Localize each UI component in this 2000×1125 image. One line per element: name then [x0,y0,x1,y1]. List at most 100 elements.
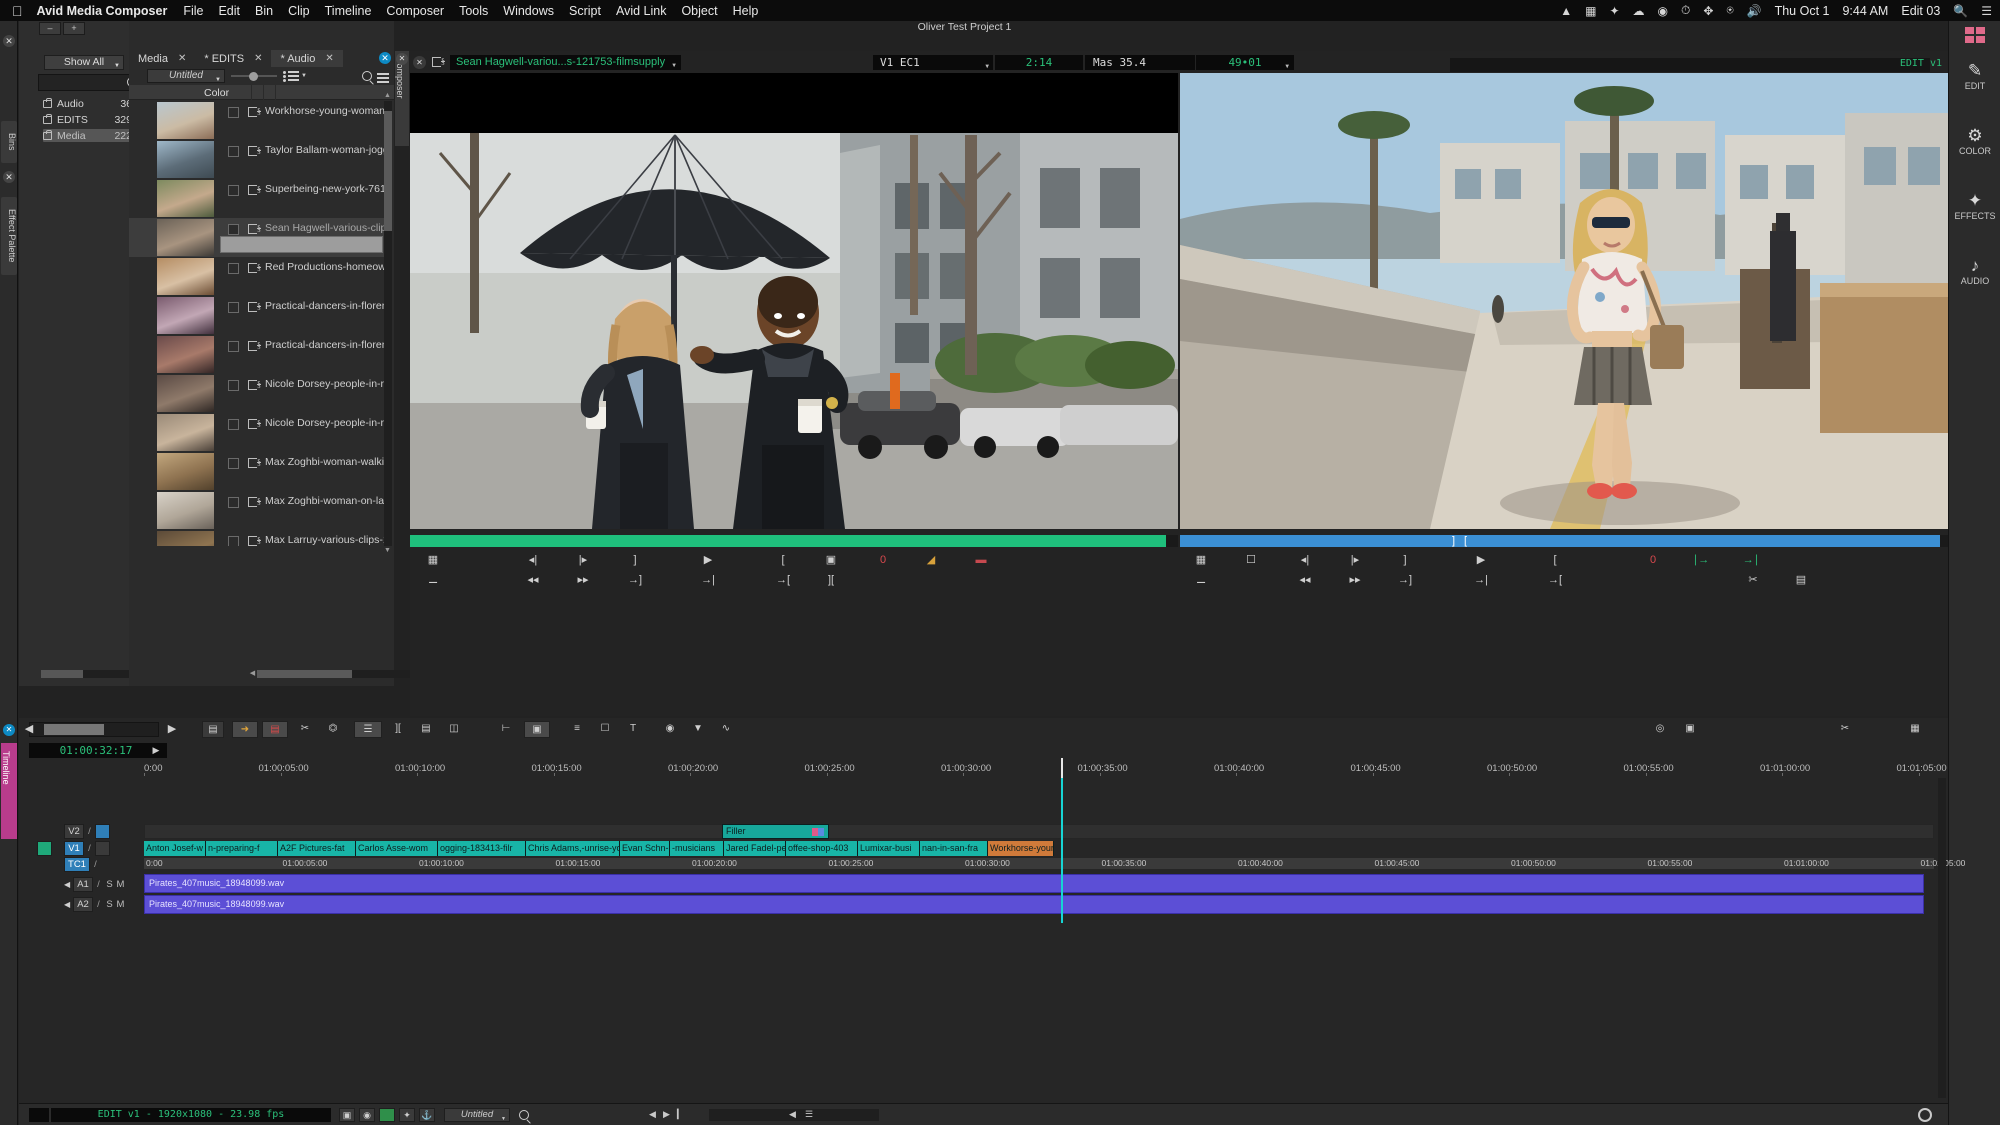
prev-icon[interactable]: ◀ [649,1109,656,1120]
add-bin-button[interactable]: + [63,22,85,35]
track-name-v1[interactable]: V1 [64,841,84,856]
time-machine-icon[interactable]: ⏱ [1681,3,1690,18]
project-horizontal-scrollbar[interactable] [41,670,141,678]
bin-clip-row[interactable]: § Sean Hagwell-various-clips-121753-films… [129,218,384,257]
rail-item-color[interactable]: ⚙ COLOR [1949,126,2000,156]
bin-clip-row[interactable]: § Practical-dancers-in-florence-64788-fil… [129,335,384,374]
transition-icon[interactable]: ▼ [687,721,709,738]
clip-thumbnail[interactable] [157,297,214,334]
apple-menu-icon[interactable]:  [12,4,23,18]
clip-thumbnail[interactable] [157,141,214,178]
grid-icon[interactable]: ▦ [420,551,446,570]
scroll-down-icon[interactable]: ▼ [383,547,392,555]
bin-clip-row[interactable]: § Max Zoghbi-woman-walking-in-the-street-… [129,452,384,491]
clip-checkbox[interactable] [228,419,239,430]
project-bin-edits[interactable]: EDITS 329K [43,113,143,126]
trim-in-icon[interactable]: →[ [770,571,796,590]
close-circle-icon[interactable]: ✕ [379,52,391,64]
rail-item-effects[interactable]: ✦ EFFECTS [1949,191,2000,221]
scissors-icon[interactable]: ✂ [1740,571,1766,590]
mark-out-icon[interactable]: ] [622,551,648,570]
counter-reset-button[interactable]: 0 [870,551,896,570]
fast-forward-icon[interactable]: ▸▸ [1342,571,1368,590]
timeline-clip-segment[interactable]: nan-in-san-fra [920,841,988,856]
speaker-icon[interactable]: ◀ [64,900,73,909]
composer-tab[interactable]: ✕ Composer [395,51,409,146]
scroll-left-icon[interactable]: ◀ [248,670,257,678]
record-enable-button[interactable] [37,841,52,856]
volume-icon[interactable]: 🔊 [1747,4,1762,18]
ruler-playhead[interactable] [1061,758,1063,778]
menu-item-file[interactable]: File [183,4,203,18]
add-edit-icon[interactable]: ∣→ [1688,551,1714,570]
minimize-button[interactable]: – [39,22,61,35]
clip-thumbnail[interactable] [157,492,214,529]
rail-tab-bins[interactable]: Bins [1,121,17,163]
clip-thumbnail[interactable] [157,336,214,373]
track-selector-display[interactable]: V1 EC1 ▼ [873,55,993,70]
search-icon[interactable] [362,71,372,81]
clip-checkbox[interactable] [228,458,239,469]
lift-icon[interactable]: ◢ [918,551,944,570]
project-bin-media[interactable]: Media 222K [43,129,143,142]
go-to-in-icon[interactable]: →| [695,571,721,590]
timeline-track-v1[interactable]: Anton Josef-w n-preparing-f A2F Pictures-f… [144,841,1934,856]
timeline-clip-segment[interactable]: Chris Adams,-unrise-yoga- [526,841,620,856]
network-icon[interactable]: ▦ [1585,4,1596,18]
clip-checkbox[interactable] [228,224,239,235]
source-position-bar[interactable] [410,535,1178,547]
grid-toggle-icon[interactable]: ▦ [1904,721,1926,738]
trim-in-icon[interactable]: →[ [1542,571,1568,590]
clip-thumbnail[interactable] [157,219,214,256]
bin-clip-row[interactable]: § Workhorse-young-woman-on-the-boardwalk-… [129,101,384,140]
play-icon[interactable]: ▶ [663,1109,670,1120]
clip-checkbox[interactable] [228,146,239,157]
gear-icon[interactable] [1918,1108,1932,1122]
fade-icon[interactable]: ◉ [659,721,681,738]
close-icon[interactable]: ✕ [325,53,333,64]
solo-button-a1[interactable]: S [104,879,115,890]
menu-item-help[interactable]: Help [733,4,759,18]
rewind-icon[interactable]: ◂◂ [1292,571,1318,590]
search-icon[interactable] [519,1110,529,1120]
render-icon[interactable]: ▤ [1788,571,1814,590]
frame-icon[interactable]: ☐ [1238,551,1264,570]
lasso-icon[interactable]: ⏣ [322,721,344,738]
clip-thumbnail[interactable] [157,531,214,546]
mark-icon[interactable]: ⊢ [495,721,517,738]
audio-icon[interactable]: ⚊ [420,571,446,590]
scissors-icon[interactable]: ✂ [294,721,316,738]
record-position-bar[interactable]: ] [ [1180,535,1950,547]
timeline-clip-segment[interactable]: n-preparing-f [206,841,278,856]
app-name-label[interactable]: Avid Media Composer [37,4,168,18]
close-icon[interactable]: ✕ [254,53,262,64]
bin-horizontal-scrollbar[interactable] [257,670,425,678]
bin-clip-row[interactable]: § Taylor Ballam-woman-jogging-183413-film… [129,140,384,179]
close-icon[interactable]: ✕ [3,35,15,47]
monitor-icon[interactable]: ▣ [339,1108,355,1122]
timeline-vertical-scrollbar[interactable] [1938,778,1946,1098]
clip-checkbox[interactable] [228,536,239,546]
timeline-clip-segment[interactable]: ogging-183413-filr [438,841,526,856]
show-all-dropdown[interactable]: Show All ▼ [44,55,124,70]
menu-item-tools[interactable]: Tools [459,4,488,18]
dropbox-alt-icon[interactable]: ▲ [1560,4,1572,18]
track-panel-v2[interactable]: V2 / [64,824,142,839]
clip-rename-field[interactable] [220,236,383,253]
timecode-menu[interactable]: ▶ [145,743,167,758]
go-to-out-icon[interactable]: →] [622,571,648,590]
rail-item-edit[interactable]: ✎ EDIT [1949,61,2000,91]
clip-checkbox[interactable] [228,302,239,313]
go-to-in-icon[interactable]: →| [1468,571,1494,590]
mark-out-icon[interactable]: ] [1392,551,1418,570]
text-tool-icon[interactable]: T [622,721,644,738]
menu-item-edit[interactable]: Edit [218,4,240,18]
cut-icon[interactable]: ✂ [1834,721,1856,738]
trim-out-icon[interactable]: ][ [818,571,844,590]
play-icon[interactable]: ▶ [1468,551,1494,570]
menu-item-script[interactable]: Script [569,4,601,18]
timeline-track-v2[interactable]: Filler [144,824,1934,839]
close-circle-icon[interactable]: ✕ [396,53,408,65]
clip-checkbox[interactable] [228,107,239,118]
mark-in-icon[interactable]: [ [1464,535,1467,547]
